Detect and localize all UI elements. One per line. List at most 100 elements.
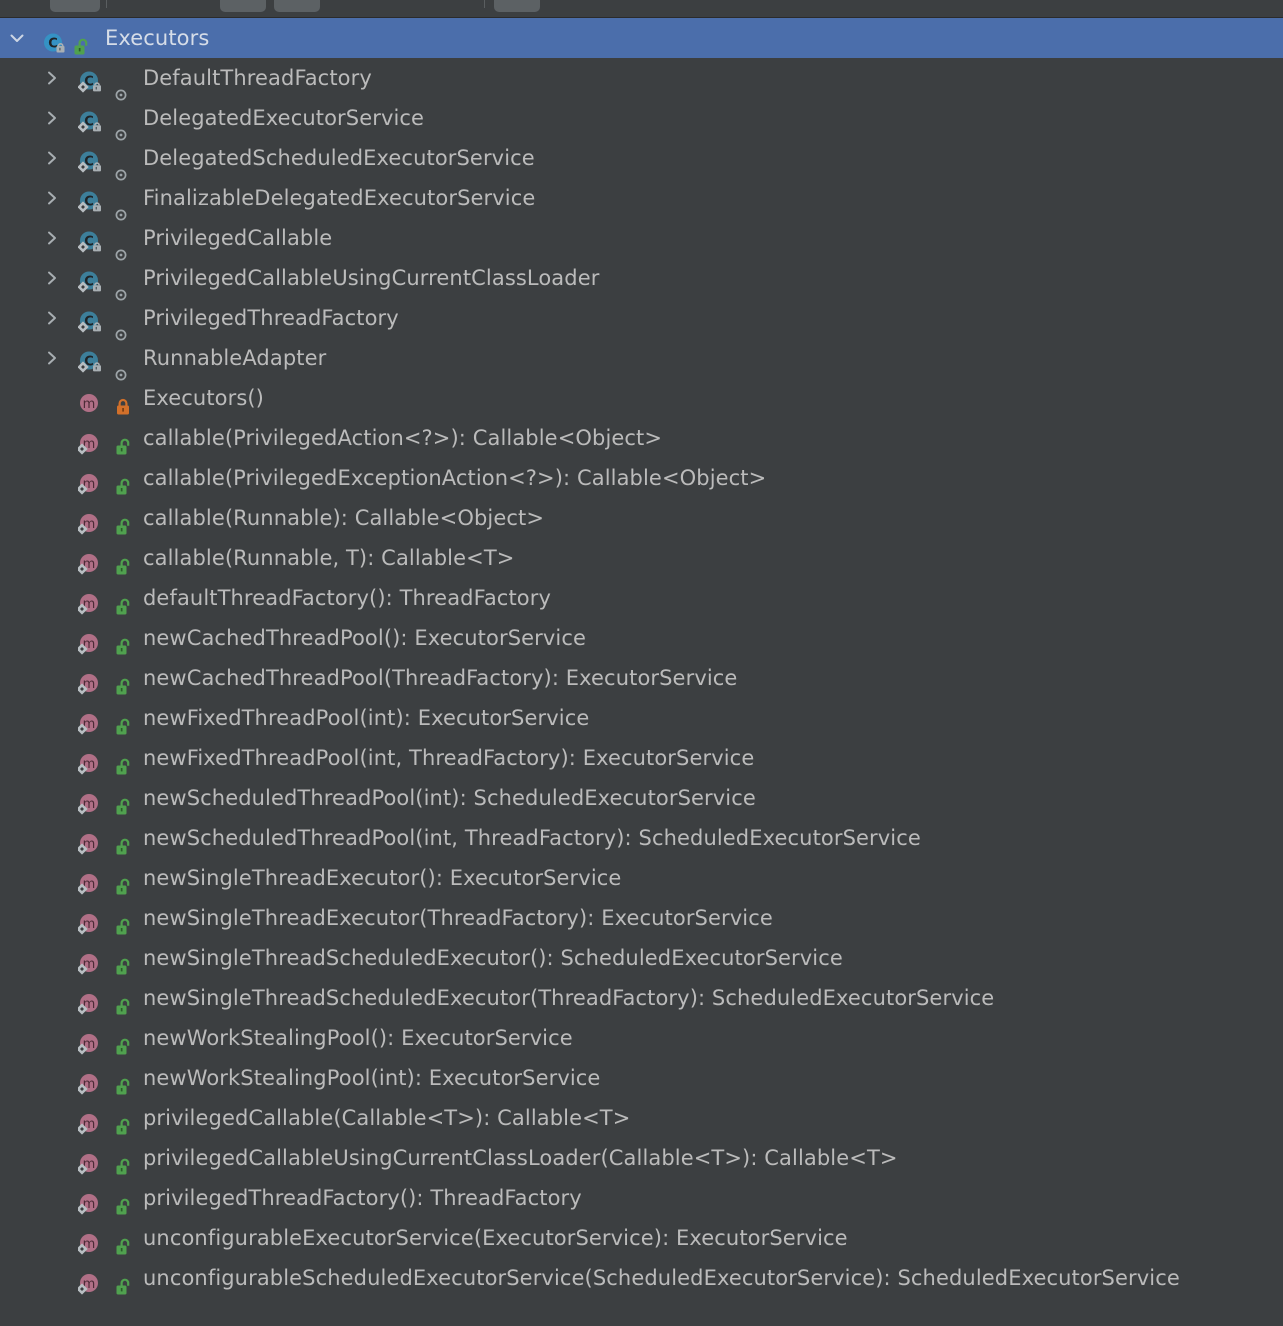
method-icon: m bbox=[76, 1028, 100, 1055]
method-icon: m bbox=[76, 908, 100, 935]
class-icon: C bbox=[77, 108, 101, 133]
tree-row[interactable]: m callable(Runnable): Callable<Object> bbox=[0, 498, 1283, 538]
chevron-right-icon[interactable] bbox=[41, 258, 61, 298]
class-icon: C bbox=[77, 228, 101, 253]
tree-row[interactable]: m unconfigurableScheduledExecutorService(… bbox=[0, 1258, 1283, 1298]
method-icon: m bbox=[76, 468, 100, 495]
tree-row[interactable]: m newWorkStealingPool(int): ExecutorServi… bbox=[0, 1058, 1283, 1098]
chevron-right-icon[interactable] bbox=[41, 338, 61, 378]
tree-row[interactable]: C PrivilegedCallableUsingCurrentClassLoad… bbox=[0, 258, 1283, 301]
tree-row[interactable]: m newScheduledThreadPool(int): ScheduledE… bbox=[0, 778, 1283, 818]
method-icon: m bbox=[76, 1228, 100, 1255]
static-dot-icon bbox=[115, 194, 127, 221]
tree-row-label: newCachedThreadPool(): ExecutorService bbox=[143, 626, 587, 650]
tree-row[interactable]: C FinalizableDelegatedExecutorService bbox=[0, 178, 1283, 221]
tree-row[interactable]: C DefaultThreadFactory bbox=[0, 58, 1283, 101]
toolbar-separator-1 bbox=[106, 0, 107, 8]
tree-row-label: DelegatedScheduledExecutorService bbox=[143, 146, 535, 170]
class-icon: C bbox=[77, 308, 101, 333]
svg-text:m: m bbox=[83, 397, 96, 412]
chevron-right-icon[interactable] bbox=[41, 98, 61, 138]
tree-row[interactable]: C PrivilegedCallable bbox=[0, 218, 1283, 261]
tree-row-label: DefaultThreadFactory bbox=[143, 66, 372, 90]
chevron-right-icon[interactable] bbox=[41, 58, 61, 98]
tree-row[interactable]: m newWorkStealingPool(): ExecutorService bbox=[0, 1018, 1283, 1058]
unlocked-green-icon bbox=[115, 549, 131, 575]
tree-row[interactable]: C RunnableAdapter bbox=[0, 338, 1283, 381]
unlocked-green-icon bbox=[73, 29, 89, 55]
tree-row[interactable]: m newFixedThreadPool(int, ThreadFactory):… bbox=[0, 738, 1283, 778]
tree-row[interactable]: m defaultThreadFactory(): ThreadFactory bbox=[0, 578, 1283, 618]
static-dot-icon bbox=[115, 274, 127, 301]
tree-row-label: Executors bbox=[105, 26, 210, 50]
tree-row[interactable]: m newSingleThreadScheduledExecutor(): Sch… bbox=[0, 938, 1283, 978]
structure-tree[interactable]: C Executors C DefaultThreadFactory C Delegate… bbox=[0, 18, 1283, 1298]
chevron-down-icon[interactable] bbox=[6, 18, 26, 58]
method-icon: m bbox=[76, 988, 100, 1015]
chevron-right-icon[interactable] bbox=[41, 218, 61, 258]
unlocked-green-icon bbox=[115, 949, 131, 975]
chevron-right-icon[interactable] bbox=[41, 138, 61, 178]
tree-row-label: newSingleThreadExecutor(ThreadFactory): … bbox=[143, 906, 773, 930]
tree-row-label: newWorkStealingPool(int): ExecutorServic… bbox=[143, 1066, 601, 1090]
tree-row[interactable]: m callable(PrivilegedExceptionAction<?>):… bbox=[0, 458, 1283, 498]
unlocked-green-icon bbox=[115, 589, 131, 615]
tree-row[interactable]: m newCachedThreadPool(ThreadFactory): Exe… bbox=[0, 658, 1283, 698]
unlocked-green-icon bbox=[115, 1149, 131, 1175]
unlocked-green-icon bbox=[115, 709, 131, 735]
unlocked-green-icon bbox=[115, 509, 131, 535]
tree-row-label: defaultThreadFactory(): ThreadFactory bbox=[143, 586, 552, 610]
method-icon: m bbox=[76, 1188, 100, 1215]
tree-row-label: PrivilegedCallableUsingCurrentClassLoade… bbox=[143, 266, 600, 290]
unlocked-green-icon bbox=[115, 789, 131, 815]
tree-row-label: newSingleThreadScheduledExecutor(ThreadF… bbox=[143, 986, 995, 1010]
tree-row[interactable]: C DelegatedScheduledExecutorService bbox=[0, 138, 1283, 181]
tree-row[interactable]: m newFixedThreadPool(int): ExecutorServic… bbox=[0, 698, 1283, 738]
method-icon: m bbox=[76, 868, 100, 895]
tree-row[interactable]: m newSingleThreadScheduledExecutor(Thread… bbox=[0, 978, 1283, 1018]
tree-row-label: newScheduledThreadPool(int, ThreadFactor… bbox=[143, 826, 921, 850]
unlocked-green-icon bbox=[115, 1269, 131, 1295]
chevron-right-icon[interactable] bbox=[41, 298, 61, 338]
unlocked-green-icon bbox=[115, 1109, 131, 1135]
static-dot-icon bbox=[115, 234, 127, 261]
tree-row[interactable]: C DelegatedExecutorService bbox=[0, 98, 1283, 141]
tree-row[interactable]: m newSingleThreadExecutor(ThreadFactory):… bbox=[0, 898, 1283, 938]
tree-row[interactable]: m newSingleThreadExecutor(): ExecutorServ… bbox=[0, 858, 1283, 898]
tree-row-label: newScheduledThreadPool(int): ScheduledEx… bbox=[143, 786, 756, 810]
tree-row-executors[interactable]: C Executors bbox=[0, 18, 1283, 58]
unlocked-green-icon bbox=[115, 1189, 131, 1215]
tree-row-label: RunnableAdapter bbox=[143, 346, 327, 370]
tree-row-label: newCachedThreadPool(ThreadFactory): Exec… bbox=[143, 666, 738, 690]
toolbar-button-3[interactable] bbox=[274, 0, 320, 12]
tree-row[interactable]: m callable(PrivilegedAction<?>): Callable… bbox=[0, 418, 1283, 458]
svg-text:C: C bbox=[48, 37, 58, 52]
tree-row[interactable]: m privilegedCallable(Callable<T>): Callab… bbox=[0, 1098, 1283, 1138]
method-icon: m bbox=[76, 1108, 100, 1135]
tree-row[interactable]: m callable(Runnable, T): Callable<T> bbox=[0, 538, 1283, 578]
tree-row[interactable]: m newScheduledThreadPool(int, ThreadFacto… bbox=[0, 818, 1283, 858]
tree-row-label: callable(Runnable): Callable<Object> bbox=[143, 506, 545, 530]
class-icon: C bbox=[77, 148, 101, 173]
tree-row[interactable]: m Executors() bbox=[0, 378, 1283, 418]
toolbar-button-4[interactable] bbox=[494, 0, 540, 12]
tree-row[interactable]: C PrivilegedThreadFactory bbox=[0, 298, 1283, 341]
chevron-right-icon[interactable] bbox=[41, 178, 61, 218]
tree-row-label: PrivilegedThreadFactory bbox=[143, 306, 399, 330]
tree-row[interactable]: m newCachedThreadPool(): ExecutorService bbox=[0, 618, 1283, 658]
tree-row[interactable]: m privilegedThreadFactory(): ThreadFactor… bbox=[0, 1178, 1283, 1218]
tree-row-label: newFixedThreadPool(int, ThreadFactory): … bbox=[143, 746, 755, 770]
tree-row[interactable]: m unconfigurableExecutorService(ExecutorS… bbox=[0, 1218, 1283, 1258]
toolbar-button-1[interactable] bbox=[50, 0, 100, 12]
tree-row-label: unconfigurableScheduledExecutorService(S… bbox=[143, 1266, 1180, 1290]
unlocked-green-icon bbox=[115, 749, 131, 775]
toolbar[interactable] bbox=[0, 0, 1283, 18]
unlocked-green-icon bbox=[115, 1069, 131, 1095]
toolbar-button-2[interactable] bbox=[220, 0, 266, 12]
tree-row[interactable]: m privilegedCallableUsingCurrentClassLoad… bbox=[0, 1138, 1283, 1178]
static-dot-icon bbox=[115, 314, 127, 341]
tree-row-label: Executors() bbox=[143, 386, 264, 410]
tree-row-label: newFixedThreadPool(int): ExecutorService bbox=[143, 706, 590, 730]
tree-row-label: privilegedCallable(Callable<T>): Callabl… bbox=[143, 1106, 631, 1130]
unlocked-green-icon bbox=[115, 469, 131, 495]
